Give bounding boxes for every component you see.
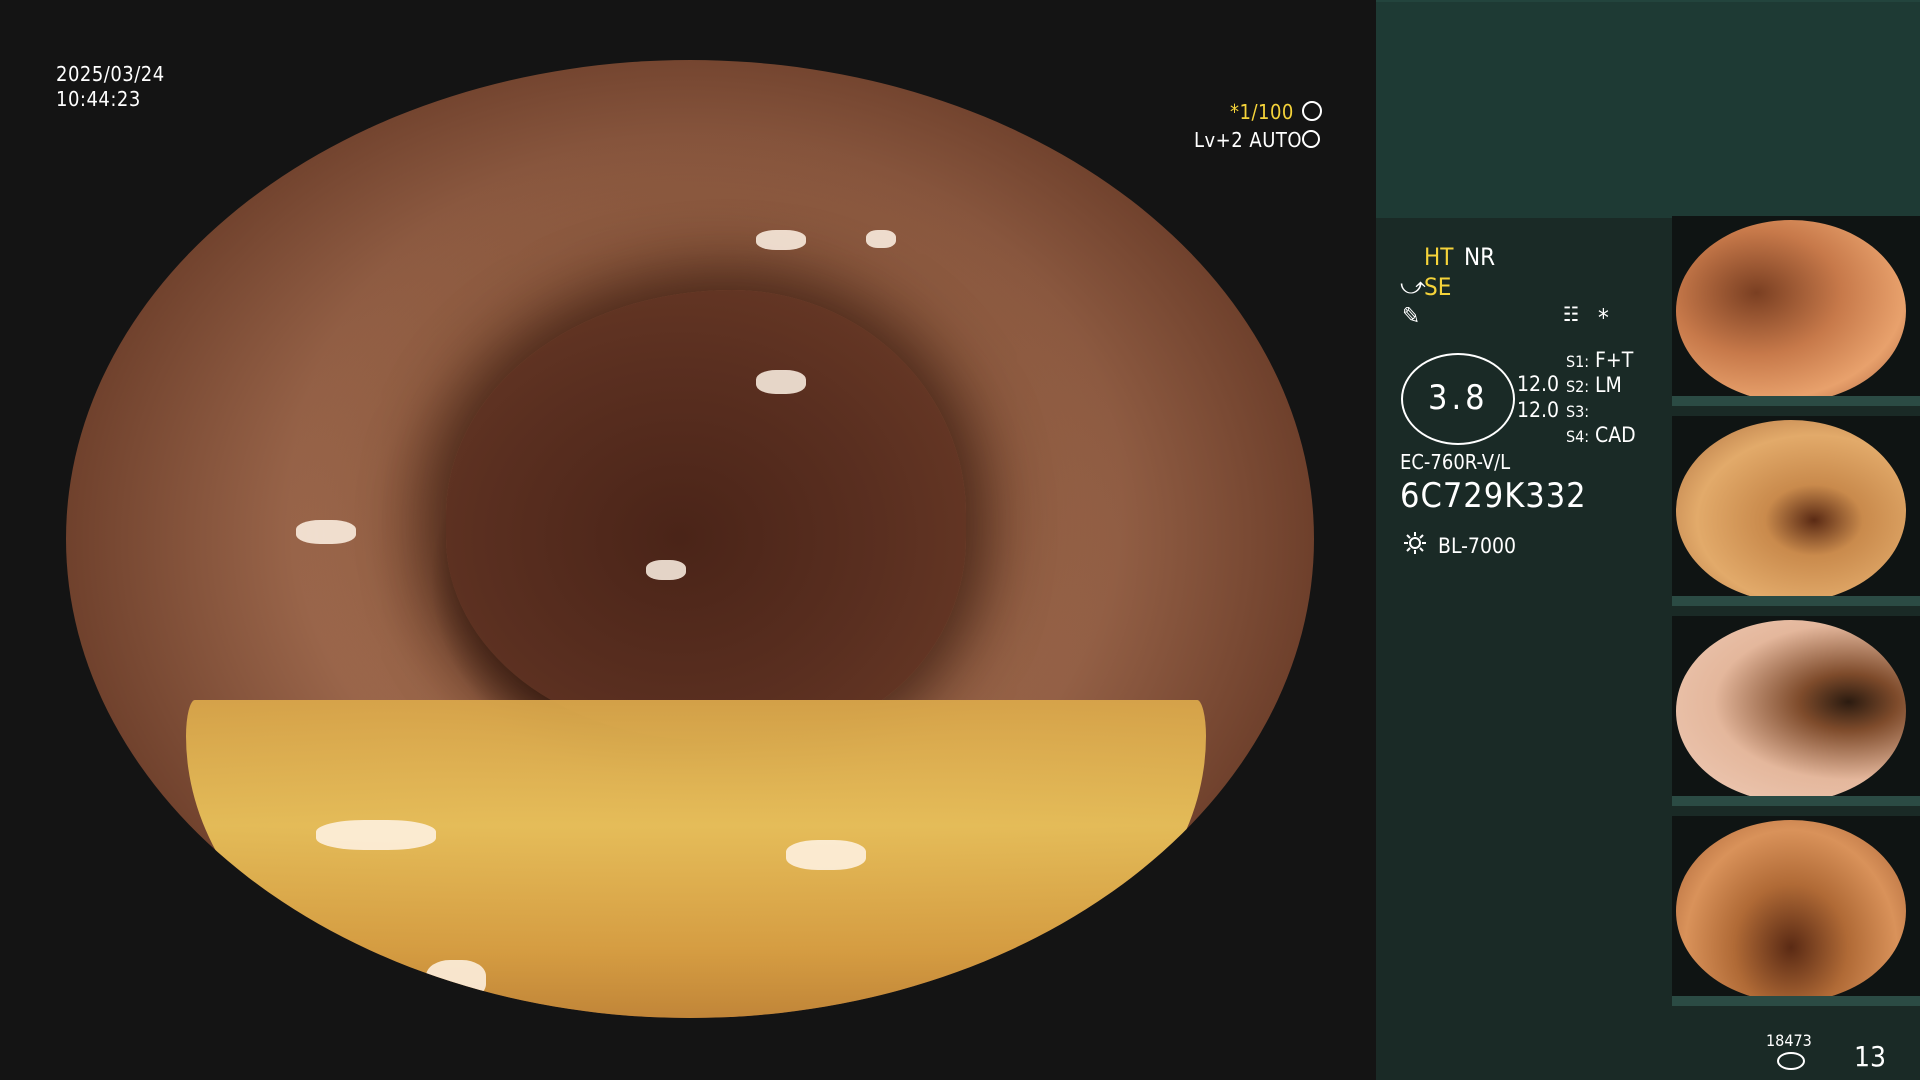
mode-nr: NR — [1464, 243, 1496, 271]
target-icon — [1302, 130, 1320, 148]
list-settings-icon: ☷ — [1563, 302, 1580, 326]
thumbnail-preview — [1676, 420, 1906, 602]
thumbnail-bar — [1672, 396, 1920, 406]
s2-value: LM — [1595, 373, 1622, 397]
specular-highlight — [646, 560, 686, 580]
endoscope-live-image — [66, 60, 1314, 1018]
aperture-icon — [1302, 101, 1322, 121]
curve-icon: ⤻ — [1400, 272, 1426, 300]
lumen-fold — [446, 290, 966, 740]
s3-label: S3: — [1566, 402, 1590, 421]
scope-model: EC-760R-V/L — [1400, 450, 1511, 474]
thumbnail-image[interactable] — [1672, 816, 1920, 1006]
pencil-icon: ✎ — [1402, 302, 1421, 330]
thumbnail-image[interactable] — [1672, 216, 1920, 406]
s1-label: S1: — [1566, 352, 1590, 371]
thumbnail-bar — [1672, 796, 1920, 806]
disk-icon — [1777, 1052, 1805, 1070]
level-readout: Lv+2 AUTO — [1194, 128, 1303, 152]
exposure-readout: *1/100 — [1230, 100, 1294, 124]
fluid-pool — [186, 700, 1206, 1018]
thumbnail-image[interactable] — [1672, 616, 1920, 806]
specular-highlight — [786, 840, 866, 870]
thumbnail-bar — [1672, 596, 1920, 606]
specular-highlight — [326, 90, 366, 100]
thumbnail-preview — [1676, 820, 1906, 1002]
specular-highlight — [366, 80, 426, 92]
s2-label: S2: — [1566, 377, 1590, 396]
specular-highlight — [866, 230, 896, 248]
lamp-model: BL-7000 — [1438, 534, 1517, 558]
specular-highlight — [296, 520, 356, 544]
thumbnail-preview — [1676, 620, 1906, 802]
side-panel-header — [1376, 0, 1920, 218]
value-bottom: 12.0 — [1517, 398, 1560, 422]
scope-serial: 6C729K332 — [1400, 476, 1587, 516]
storage-count: 18473 — [1766, 1031, 1812, 1050]
main-endoscope-view: 2025/03/24 10:44:23 *1/100 Lv+2 AUTO — [0, 0, 1376, 1080]
page-number: 13 — [1854, 1040, 1887, 1073]
s4-value: CAD — [1595, 423, 1636, 447]
time-readout: 10:44:23 — [56, 87, 141, 111]
specular-highlight — [756, 230, 806, 250]
mode-ht: HT — [1424, 243, 1454, 271]
date-readout: 2025/03/24 — [56, 62, 165, 86]
speed-value: 3.8 — [1428, 378, 1489, 418]
specular-highlight — [426, 960, 486, 1000]
s4-label: S4: — [1566, 427, 1590, 446]
thumbnail-preview — [1676, 220, 1906, 402]
specular-highlight — [756, 370, 806, 394]
thumbnail-bar — [1672, 996, 1920, 1006]
s1-value: F+T — [1595, 348, 1634, 372]
specular-highlight — [316, 820, 436, 850]
value-top: 12.0 — [1517, 372, 1560, 396]
thumbnail-image[interactable] — [1672, 416, 1920, 606]
mode-se: SE — [1424, 273, 1452, 301]
sun-icon — [1404, 532, 1426, 554]
asterisk-indicator: * — [1598, 304, 1609, 332]
